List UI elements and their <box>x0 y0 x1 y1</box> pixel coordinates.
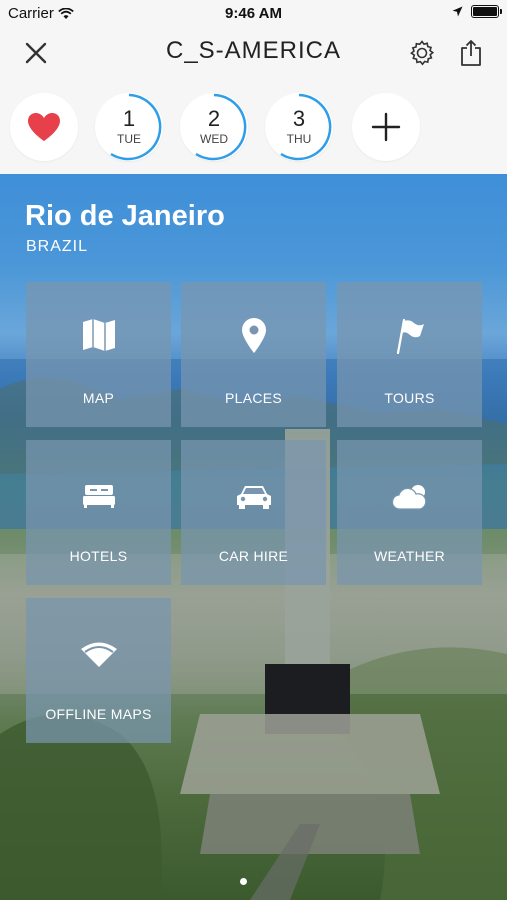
wifi-icon <box>80 642 117 667</box>
day-of-week: THU <box>286 132 312 146</box>
weather-tile[interactable]: WEATHER <box>337 440 482 585</box>
destination-hero: Rio de Janeiro BRAZIL MAP PLACES TOURS H… <box>0 174 507 900</box>
country-name: BRAZIL <box>26 238 89 255</box>
car-hire-tile[interactable]: CAR HIRE <box>181 440 326 585</box>
day-number: 1 <box>122 106 136 131</box>
tile-label: OFFLINE MAPS <box>45 706 152 722</box>
flag-icon <box>396 318 424 354</box>
gear-icon <box>410 40 435 66</box>
day-of-week: TUE <box>117 132 141 146</box>
status-bar: Carrier 9:46 AM <box>0 0 507 28</box>
day-3-button[interactable]: 3 THU <box>265 93 333 161</box>
day-1-button[interactable]: 1 TUE <box>95 93 163 161</box>
nav-bar: C_S-AMERICA <box>0 28 507 78</box>
car-icon <box>236 486 271 509</box>
map-tile[interactable]: MAP <box>26 282 171 427</box>
day-2-button[interactable]: 2 WED <box>180 93 248 161</box>
cloud-sun-icon <box>391 485 426 510</box>
tile-label: MAP <box>82 390 115 406</box>
share-icon <box>461 40 481 66</box>
location-arrow-icon <box>452 6 463 17</box>
city-name: Rio de Janeiro <box>25 200 225 232</box>
location-pin-icon <box>241 318 266 353</box>
offline-maps-tile[interactable]: OFFLINE MAPS <box>26 598 171 743</box>
settings-button[interactable] <box>405 36 439 70</box>
day-selector: 1 TUE 2 WED 3 THU <box>0 78 507 174</box>
places-tile[interactable]: PLACES <box>181 282 326 427</box>
battery-icon <box>471 5 502 18</box>
tile-label: HOTELS <box>69 548 128 564</box>
share-button[interactable] <box>454 36 488 70</box>
status-time: 9:46 AM <box>225 5 282 22</box>
favorites-button[interactable] <box>10 93 78 161</box>
day-of-week: WED <box>200 132 228 146</box>
tile-label: CAR HIRE <box>218 548 289 564</box>
tile-label: TOURS <box>384 390 435 406</box>
tile-label: PLACES <box>224 390 283 406</box>
tours-tile[interactable]: TOURS <box>337 282 482 427</box>
tile-label: WEATHER <box>373 548 446 564</box>
day-number: 3 <box>292 106 306 131</box>
page-indicator-dot[interactable] <box>240 878 247 885</box>
folded-map-icon <box>82 319 115 351</box>
plus-icon <box>371 112 401 142</box>
day-number: 2 <box>207 106 221 131</box>
heart-icon <box>28 113 60 141</box>
add-day-button[interactable] <box>352 93 420 161</box>
hotels-tile[interactable]: HOTELS <box>26 440 171 585</box>
bed-icon <box>82 485 115 508</box>
